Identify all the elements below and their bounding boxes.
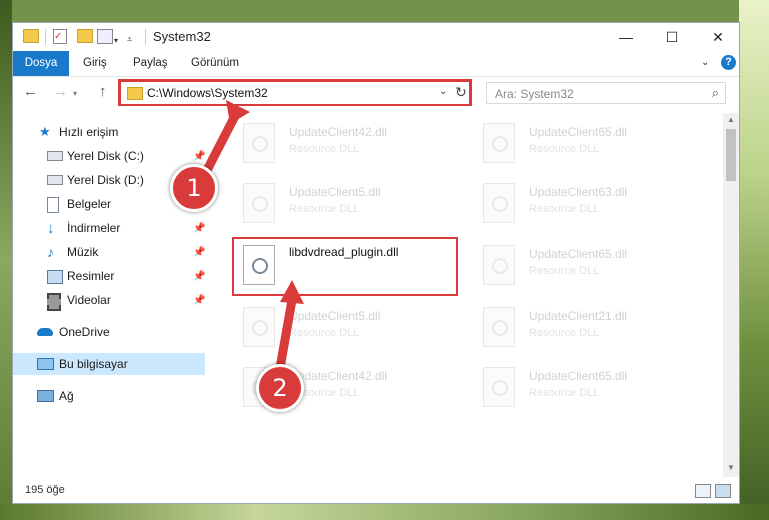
arrow-1-head — [226, 100, 250, 124]
arrow-1-shaft — [199, 109, 241, 181]
arrow-2-head — [280, 280, 304, 304]
annotation-arrows — [199, 100, 304, 373]
step-2-badge: 2 — [256, 364, 304, 412]
step-1-badge: 1 — [170, 164, 218, 212]
arrow-2-shaft — [275, 295, 297, 373]
